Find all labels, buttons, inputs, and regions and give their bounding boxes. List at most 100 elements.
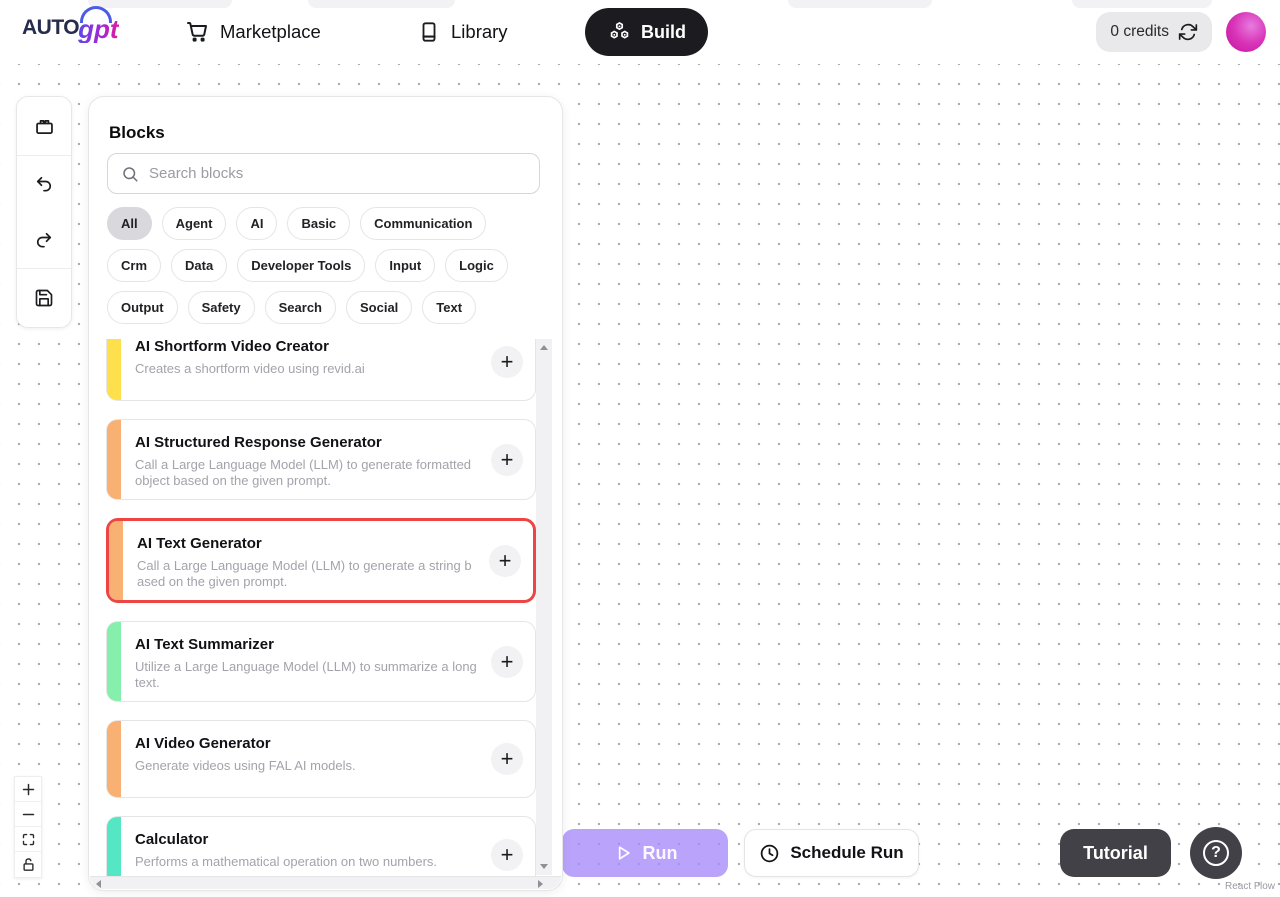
- search-icon: [121, 165, 139, 183]
- block-accent-bar: [107, 622, 121, 701]
- clock-icon: [759, 843, 780, 864]
- lock-interactivity-button[interactable]: [15, 852, 41, 877]
- block-card-ai-video-generator[interactable]: AI Video Generator Generate videos using…: [106, 720, 536, 798]
- scroll-down-arrow[interactable]: [540, 864, 548, 869]
- block-description: Utilize a Large Language Model (LLM) to …: [135, 659, 479, 691]
- redo-button[interactable]: [17, 212, 71, 268]
- react-flow-attribution: React Flow: [1225, 881, 1275, 892]
- canvas-control-panel: [16, 96, 72, 328]
- block-card-ai-structured-response-generator[interactable]: AI Structured Response Generator Call a …: [106, 419, 536, 500]
- block-card-ai-text-summarizer[interactable]: AI Text Summarizer Utilize a Large Langu…: [106, 621, 536, 702]
- category-filters: All Agent AI Basic Communication Crm Dat…: [107, 207, 548, 324]
- top-edge-artifact: [1072, 0, 1212, 8]
- block-title: AI Video Generator: [135, 735, 479, 753]
- filter-chip-developer-tools[interactable]: Developer Tools: [237, 249, 365, 282]
- filter-chip-safety[interactable]: Safety: [188, 291, 255, 324]
- tutorial-button[interactable]: Tutorial: [1060, 829, 1171, 877]
- filter-chip-input[interactable]: Input: [375, 249, 435, 282]
- help-button[interactable]: ?: [1190, 827, 1242, 879]
- top-navbar: AUTO gpt Marketplace Library Build 0 cre: [0, 0, 1280, 64]
- redo-icon: [34, 230, 54, 250]
- schedule-run-button[interactable]: Schedule Run: [744, 829, 919, 877]
- block-title: AI Text Summarizer: [135, 636, 479, 654]
- block-description: Generate videos using FAL AI models.: [135, 758, 479, 774]
- add-block-button[interactable]: +: [491, 839, 523, 871]
- block-accent-bar: [107, 420, 121, 499]
- book-icon: [418, 20, 440, 44]
- zoom-controls: [14, 776, 42, 878]
- refresh-icon[interactable]: [1178, 22, 1198, 42]
- block-title: AI Shortform Video Creator: [135, 339, 479, 356]
- lock-icon: [21, 857, 36, 872]
- block-description: Creates a shortform video using revid.ai: [135, 361, 479, 377]
- vertical-scrollbar[interactable]: [536, 339, 552, 875]
- filter-chip-search[interactable]: Search: [265, 291, 336, 324]
- blocks-panel-title: Blocks: [109, 123, 165, 143]
- filter-chip-output[interactable]: Output: [107, 291, 178, 324]
- filter-chip-data[interactable]: Data: [171, 249, 227, 282]
- undo-button[interactable]: [17, 156, 71, 212]
- filter-chip-all[interactable]: All: [107, 207, 152, 240]
- logo-arc: [80, 6, 112, 23]
- autogpt-logo[interactable]: AUTO gpt: [22, 13, 119, 43]
- undo-icon: [34, 174, 54, 194]
- add-block-button[interactable]: +: [491, 743, 523, 775]
- nav-label-marketplace: Marketplace: [220, 21, 321, 43]
- block-title: Calculator: [135, 831, 479, 849]
- run-button[interactable]: Run: [562, 829, 728, 877]
- plus-icon: +: [501, 445, 514, 475]
- user-avatar[interactable]: [1226, 12, 1266, 52]
- filter-chip-ai[interactable]: AI: [236, 207, 277, 240]
- top-edge-artifact: [788, 0, 932, 8]
- tutorial-label: Tutorial: [1083, 843, 1148, 863]
- toggle-blocks-button[interactable]: [17, 97, 71, 155]
- filter-chip-agent[interactable]: Agent: [162, 207, 227, 240]
- filter-chip-basic[interactable]: Basic: [287, 207, 350, 240]
- nav-item-marketplace[interactable]: Marketplace: [185, 0, 321, 64]
- block-description: Call a Large Language Model (LLM) to gen…: [135, 457, 479, 489]
- filter-chip-crm[interactable]: Crm: [107, 249, 161, 282]
- block-card-ai-text-generator[interactable]: AI Text Generator Call a Large Language …: [106, 518, 536, 603]
- block-card-calculator[interactable]: Calculator Performs a mathematical opera…: [106, 816, 536, 876]
- zoom-in-button[interactable]: [15, 777, 41, 802]
- block-accent-bar: [107, 721, 121, 797]
- filter-chip-communication[interactable]: Communication: [360, 207, 486, 240]
- search-blocks-field[interactable]: [107, 153, 540, 194]
- nav-label-library: Library: [451, 21, 508, 43]
- block-accent-bar: [107, 817, 121, 876]
- horizontal-scrollbar[interactable]: [90, 876, 561, 889]
- nav-item-build[interactable]: Build: [585, 8, 708, 56]
- question-mark-icon: ?: [1203, 840, 1229, 866]
- block-description: Performs a mathematical operation on two…: [135, 854, 479, 870]
- filter-chip-social[interactable]: Social: [346, 291, 412, 324]
- scroll-left-arrow[interactable]: [96, 880, 101, 888]
- zoom-out-button[interactable]: [15, 802, 41, 827]
- block-accent-bar: [107, 339, 121, 400]
- plus-icon: +: [501, 840, 514, 870]
- logo-text-auto: AUTO: [22, 13, 79, 43]
- plus-icon: +: [501, 347, 514, 377]
- filter-chip-text[interactable]: Text: [422, 291, 476, 324]
- add-block-button[interactable]: +: [491, 646, 523, 678]
- play-icon: [613, 843, 633, 863]
- fit-view-button[interactable]: [15, 827, 41, 852]
- add-block-button[interactable]: +: [491, 444, 523, 476]
- minus-icon: [21, 807, 36, 822]
- nav-label-build: Build: [641, 22, 686, 43]
- credits-badge[interactable]: 0 credits: [1096, 12, 1212, 52]
- block-description: Call a Large Language Model (LLM) to gen…: [137, 558, 477, 590]
- block-card-ai-shortform-video-creator[interactable]: AI Shortform Video Creator Creates a sho…: [106, 339, 536, 401]
- save-agent-button[interactable]: [17, 269, 71, 327]
- filter-chip-logic[interactable]: Logic: [445, 249, 508, 282]
- add-block-button[interactable]: +: [491, 346, 523, 378]
- nav-item-library[interactable]: Library: [418, 0, 508, 64]
- add-block-button[interactable]: +: [489, 545, 521, 577]
- scroll-up-arrow[interactable]: [540, 345, 548, 350]
- plus-icon: +: [501, 647, 514, 677]
- blocks-panel: Blocks All Agent AI Basic Communication …: [88, 96, 563, 891]
- block-title: AI Text Generator: [137, 535, 477, 553]
- credits-label: 0 credits: [1110, 23, 1169, 41]
- search-blocks-input[interactable]: [139, 165, 539, 182]
- fit-view-icon: [21, 832, 36, 847]
- scroll-right-arrow[interactable]: [538, 880, 543, 888]
